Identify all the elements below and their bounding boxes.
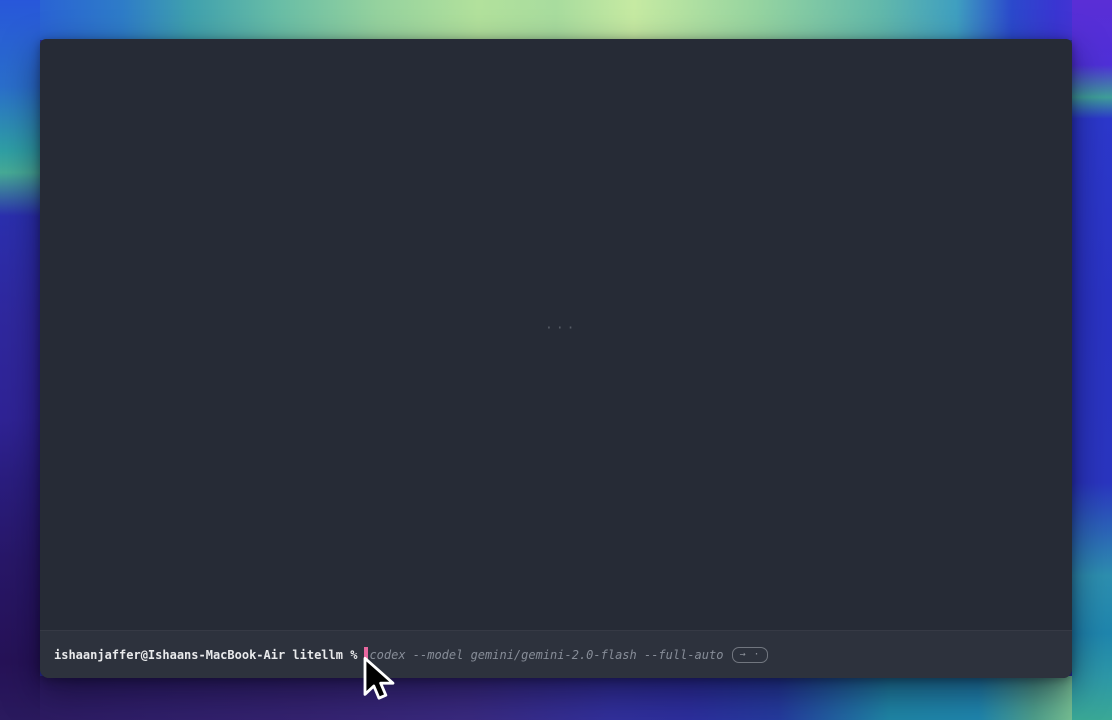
terminal-output-area[interactable]: ··· [40, 39, 1072, 630]
tab-accept-hint-badge: → · [732, 647, 767, 663]
shell-prompt: ishaanjaffer@Ishaans-MacBook-Air litellm… [54, 647, 357, 663]
terminal-prompt-line[interactable]: ishaanjaffer@Ishaans-MacBook-Air litellm… [40, 630, 1072, 678]
desktop-wallpaper-left [0, 0, 40, 720]
desktop-wallpaper-right [1072, 0, 1112, 720]
terminal-window[interactable]: ··· ishaanjaffer@Ishaans-MacBook-Air lit… [40, 39, 1072, 678]
command-autosuggestion[interactable]: codex --model gemini/gemini-2.0-flash --… [369, 647, 723, 663]
text-cursor [364, 647, 368, 662]
desktop: ··· ishaanjaffer@Ishaans-MacBook-Air lit… [0, 0, 1112, 720]
loading-indicator: ··· [545, 321, 577, 336]
desktop-wallpaper-bottom [0, 676, 1112, 720]
desktop-wallpaper-top [0, 0, 1112, 40]
